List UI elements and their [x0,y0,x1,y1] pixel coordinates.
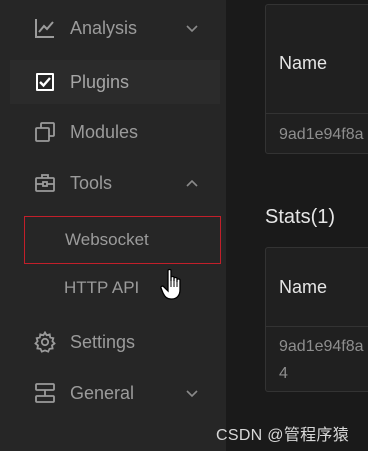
gear-icon [34,331,56,353]
copy-icon [34,121,56,143]
sidebar-item-label: Tools [70,172,113,193]
sidebar-item-label: Settings [70,331,136,352]
checkbox-icon [34,71,56,93]
table-row[interactable]: 9ad1e94f8a 4 [266,326,368,394]
stats-section-title: Stats(1) [265,206,336,228]
toolbox-icon [34,172,56,194]
column-header-name: Name [279,53,328,73]
table-row[interactable]: 9ad1e94f8a [266,113,368,156]
sidebar-subitem-http-api[interactable]: HTTP API [24,264,221,312]
sidebar-subitem-label: HTTP API [64,278,140,297]
chevron-down-icon[interactable] [185,389,199,399]
sidebar-item-modules[interactable]: Modules [10,110,220,154]
table-card: Name 9ad1e94f8a [265,4,368,154]
sidebar-item-label: General [70,382,135,403]
table-cell-name: 9ad1e94f8a [279,126,364,143]
chevron-down-icon[interactable] [185,24,199,34]
sidebar-item-plugins[interactable]: Plugins [10,60,220,104]
sidebar-item-tools[interactable]: Tools [10,161,220,205]
stats-table-card: Name 9ad1e94f8a 4 [265,247,368,392]
sidebar-item-label: Modules [70,121,139,142]
sidebar-subitem-websocket[interactable]: Websocket [24,216,221,264]
hand-cursor-icon [160,268,186,302]
sidebar: Analysis Plugins Modules Tools Websocket… [0,0,226,451]
chart-line-icon [34,17,56,39]
table-cell-name-line2: 4 [279,365,288,382]
chevron-up-icon[interactable] [185,178,199,188]
sidebar-item-label: Analysis [70,17,138,38]
sidebar-item-label: Plugins [70,71,130,92]
table-cell-name-line1: 9ad1e94f8a [279,338,364,355]
watermark: CSDN @管程序猿 [216,427,350,444]
sidebar-item-general[interactable]: General [10,371,220,415]
sidebar-subitem-label: Websocket [65,230,149,249]
table-header: Name [266,248,368,326]
sidebar-item-analysis[interactable]: Analysis [10,6,220,50]
column-header-name: Name [279,277,328,297]
sidebar-item-settings[interactable]: Settings [10,320,220,364]
table-header: Name [266,5,368,113]
server-icon [34,382,56,404]
